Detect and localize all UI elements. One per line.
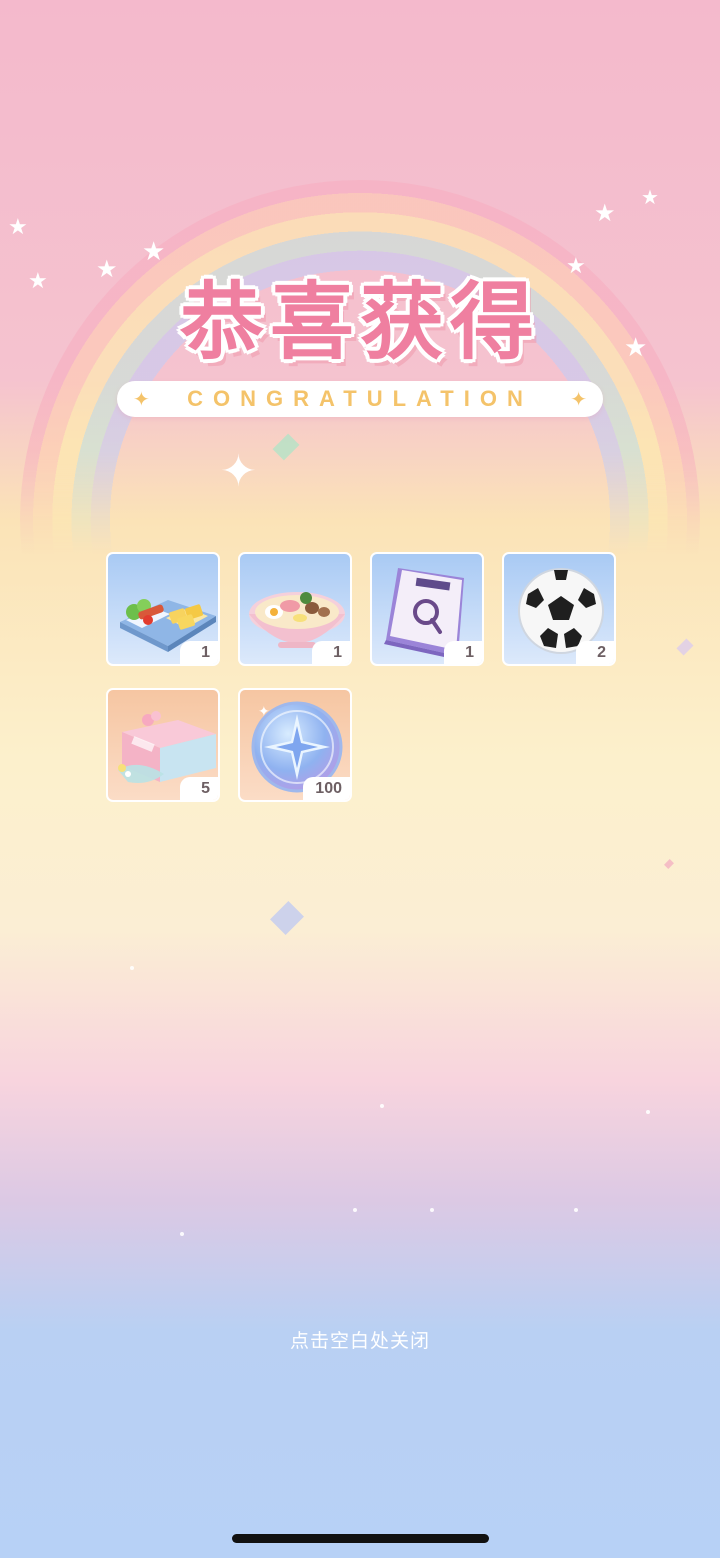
confetti-decoration (676, 638, 694, 656)
glitter-dot (130, 966, 134, 970)
confetti-decoration (270, 901, 304, 935)
sparkle-right-icon: ✦ (570, 389, 587, 411)
congratulation-banner: ✦ CONGRATULATION ✦ (117, 381, 603, 417)
sparkle-left-icon: ✦ (133, 389, 150, 411)
confetti-decoration (664, 859, 674, 869)
reward-item[interactable]: 5 (106, 688, 220, 802)
reward-count: 1 (180, 641, 218, 664)
close-hint-text[interactable]: 点击空白处关闭 (0, 1326, 720, 1353)
glitter-dot (380, 1104, 384, 1108)
congratulation-subtitle: CONGRATULATION (187, 386, 533, 411)
reward-item[interactable]: 1 (238, 552, 352, 666)
glitter-dot (646, 1110, 650, 1114)
reward-item[interactable]: 2 (502, 552, 616, 666)
congratulation-title: 恭喜获得 (179, 273, 540, 371)
svg-text:✦: ✦ (258, 703, 270, 719)
reward-count: 5 (180, 777, 218, 800)
reward-count: 1 (444, 641, 482, 664)
sparkle-decoration: ✦ (220, 447, 257, 496)
reward-item[interactable]: ✦ 100 (238, 688, 352, 802)
home-indicator[interactable] (232, 1534, 489, 1543)
reward-count: 2 (576, 641, 614, 664)
reward-count: 1 (312, 641, 350, 664)
reward-item[interactable]: 1 (370, 552, 484, 666)
star-decoration: ★ (8, 214, 28, 239)
star-decoration: ★ (594, 200, 616, 227)
reward-count: 100 (303, 777, 350, 800)
star-decoration: ★ (641, 187, 659, 209)
glitter-dot (430, 1208, 434, 1212)
glitter-dot (353, 1208, 357, 1212)
glitter-dot (574, 1208, 578, 1212)
reward-item[interactable]: 1 (106, 552, 220, 666)
glitter-dot (180, 1232, 184, 1236)
